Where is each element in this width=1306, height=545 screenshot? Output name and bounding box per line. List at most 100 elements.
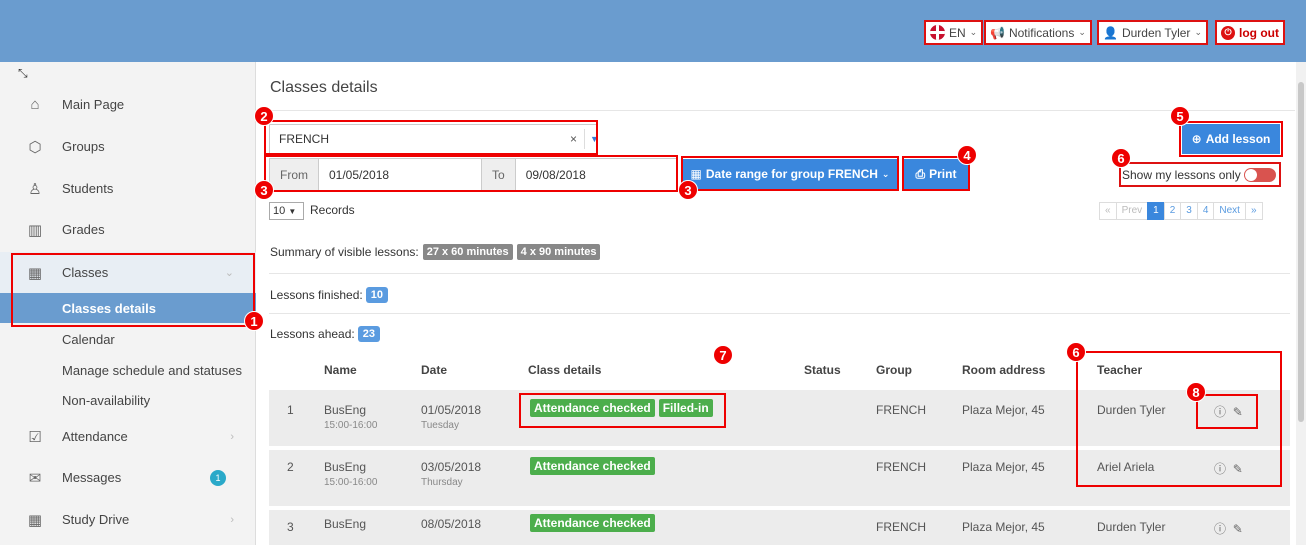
group-cell: FRENCH (876, 520, 926, 534)
annotation-number-7: 7 (713, 345, 733, 365)
pager-page-3[interactable]: 3 (1180, 202, 1198, 220)
caret-down-icon[interactable]: ▼ (590, 134, 599, 144)
annotation-number-5: 5 (1170, 106, 1190, 126)
group-cell: FRENCH (876, 403, 926, 417)
lesson-name: BusEng 15:00-16:00 (324, 403, 378, 431)
sidebar-item-messages[interactable]: ✉ Messages 1 (0, 457, 256, 498)
divider (259, 110, 1295, 111)
envelope-icon: ✉ (28, 469, 42, 487)
pencil-icon[interactable]: ✎ (1233, 522, 1243, 536)
row-number: 2 (287, 460, 294, 474)
cube-icon: ⬡ (28, 138, 42, 156)
calendar-icon: ▦ (27, 264, 43, 282)
sidebar-item-study-drive[interactable]: ▦ Study Drive › (0, 499, 256, 540)
scrollbar-thumb[interactable] (1298, 82, 1304, 422)
chevron-down-icon: ⌄ (1078, 27, 1086, 37)
pager-prev[interactable]: Prev (1115, 202, 1149, 220)
messages-count-badge: 1 (210, 469, 226, 486)
sidebar-subitem-manage-schedule[interactable]: Manage schedule and statuses (0, 355, 256, 385)
group-cell: FRENCH (876, 460, 926, 474)
sidebar-subitem-calendar[interactable]: Calendar (0, 324, 256, 354)
annotation-number-1: 1 (244, 311, 264, 331)
info-icon[interactable]: ⓘ (1214, 405, 1226, 419)
pager-last[interactable]: » (1244, 202, 1263, 220)
uk-flag-icon (930, 25, 945, 40)
plus-circle-icon: ⊕ (1191, 132, 1202, 146)
chevron-down-icon: ⌄ (224, 267, 234, 279)
info-icon[interactable]: ⓘ (1214, 462, 1226, 476)
lesson-date: 08/05/2018 (421, 517, 482, 531)
sidebar-item-grades[interactable]: ▥ Grades (0, 209, 256, 250)
from-date-input[interactable]: 01/05/2018 (319, 159, 481, 190)
annotation-number-4: 4 (957, 145, 977, 165)
sidebar-subitem-classes-details[interactable]: Classes details (0, 293, 256, 323)
table-row[interactable]: 2 BusEng 15:00-16:00 03/05/2018 Thursday A… (269, 450, 1290, 506)
lesson-date: 01/05/2018 Tuesday (421, 403, 482, 431)
group-select[interactable]: FRENCH × ▼ (269, 124, 599, 154)
table-row[interactable]: 3 BusEng 08/05/2018 Attendance checked F… (269, 510, 1290, 545)
table-row[interactable]: 1 BusEng 15:00-16:00 01/05/2018 Tuesday At… (269, 390, 1290, 446)
row-number: 1 (287, 403, 294, 417)
room-cell: Plaza Mejor, 45 (962, 460, 1045, 474)
attendance-checked-tag: Attendance checked (530, 514, 655, 532)
row-actions: ⓘ ✎ (1214, 520, 1243, 537)
chevron-down-icon: ⌄ (969, 27, 978, 37)
finished-count-badge: 10 (365, 287, 388, 303)
pager-next[interactable]: Next (1213, 202, 1246, 220)
lesson-name: BusEng 15:00-16:00 (324, 460, 378, 488)
date-range-group-button[interactable]: ▦ Date range for group FRENCH ⌄ (683, 159, 897, 189)
to-label: To (481, 159, 516, 190)
sidebar-item-attendance[interactable]: ☑ Attendance › (0, 416, 256, 457)
clear-icon[interactable]: × (570, 132, 577, 146)
sidebar-subitem-non-availability[interactable]: Non-availability (0, 385, 256, 415)
header-date[interactable]: Date (421, 363, 447, 377)
notifications-button[interactable]: 📢 Notifications ⌄ (984, 20, 1092, 45)
user-menu-button[interactable]: 👤 Durden Tyler ⌄ (1097, 20, 1208, 45)
sidebar-item-groups[interactable]: ⬡ Groups (0, 126, 256, 167)
chevron-down-icon: ⌄ (881, 168, 890, 179)
sidebar-item-main-page[interactable]: ⌂ Main Page (0, 84, 256, 125)
scrollbar[interactable] (1296, 62, 1306, 545)
annotation-number-2: 2 (254, 106, 274, 126)
add-lesson-button[interactable]: ⊕ Add lesson (1182, 124, 1280, 154)
sidebar-item-classes[interactable]: ▦ Classes ⌄ (0, 252, 256, 293)
date-range-input: From 01/05/2018 To 09/08/2018 (269, 158, 677, 191)
sidebar-item-students[interactable]: ♙ Students (0, 168, 256, 209)
collapse-icon[interactable]: ⤡ (18, 66, 28, 81)
user-icon: ♙ (28, 180, 42, 198)
pencil-icon[interactable]: ✎ (1233, 405, 1243, 419)
toggle-switch[interactable] (1243, 167, 1276, 182)
pager-page-1[interactable]: 1 (1147, 202, 1165, 220)
separator (584, 129, 585, 149)
top-bar: EN ⌄ 📢 Notifications ⌄ 👤 Durden Tyler ⌄ … (0, 0, 1306, 62)
row-actions: ⓘ ✎ (1214, 460, 1243, 477)
header-room-address[interactable]: Room address (962, 363, 1045, 377)
logout-button[interactable]: ⏻ log out (1215, 20, 1285, 45)
summary-badge-90: 4 x 90 minutes (516, 244, 601, 260)
show-my-lessons-toggle[interactable]: Show my lessons only (1119, 162, 1281, 187)
records-label: Records (310, 203, 355, 217)
header-status[interactable]: Status (804, 363, 841, 377)
pencil-icon[interactable]: ✎ (1233, 462, 1243, 476)
pager-first[interactable]: « (1099, 202, 1117, 220)
ahead-count-badge: 23 (357, 326, 380, 342)
print-button[interactable]: ⎙ Print (904, 159, 968, 189)
attendance-checked-tag: Attendance checked (530, 457, 655, 475)
info-icon[interactable]: ⓘ (1214, 522, 1226, 536)
user-icon: 👤 (1103, 25, 1118, 40)
pager-page-2[interactable]: 2 (1163, 202, 1182, 220)
pager-page-4[interactable]: 4 (1196, 202, 1215, 220)
language-button[interactable]: EN ⌄ (924, 20, 984, 45)
records-per-page-select[interactable]: 10 ▼ (269, 202, 304, 220)
header-class-details[interactable]: Class details (528, 363, 601, 377)
chevron-right-icon: › (230, 430, 234, 443)
lesson-name: BusEng (324, 517, 367, 531)
header-group[interactable]: Group (876, 363, 912, 377)
room-cell: Plaza Mejor, 45 (962, 520, 1045, 534)
to-date-input[interactable]: 09/08/2018 (516, 159, 666, 190)
room-cell: Plaza Mejor, 45 (962, 403, 1045, 417)
header-name[interactable]: Name (324, 363, 357, 377)
lessons-finished: Lessons finished: 10 (270, 287, 388, 303)
summary-badge-60: 27 x 60 minutes (422, 244, 513, 260)
header-teacher[interactable]: Teacher (1097, 363, 1142, 377)
